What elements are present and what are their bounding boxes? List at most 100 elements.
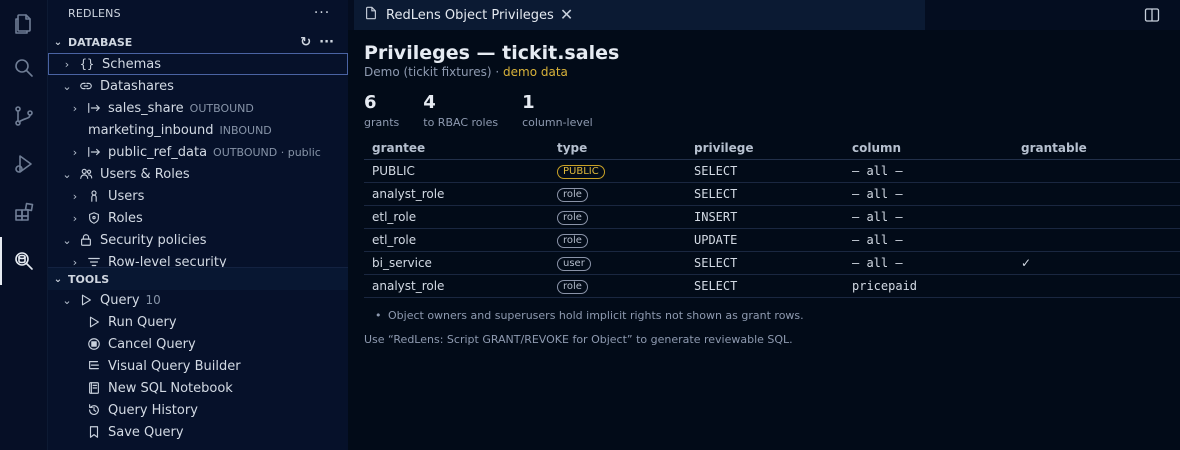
- tree-item-users[interactable]: › Users: [48, 185, 348, 207]
- tool-label: Cancel Query: [108, 336, 196, 352]
- redlens-icon[interactable]: [0, 237, 48, 285]
- tab-label: RedLens Object Privileges: [386, 7, 554, 23]
- bookmark-icon: [86, 424, 102, 440]
- extensions-icon[interactable]: [0, 188, 48, 236]
- close-icon[interactable]: ✕: [560, 7, 573, 23]
- tree-item-datashares[interactable]: ⌄ Datashares: [48, 75, 348, 97]
- tree-item-label: Query: [100, 292, 140, 308]
- chevron-down-icon: ⌄: [53, 273, 63, 285]
- stat-rbac-roles: 4 to RBAC roles: [423, 92, 498, 129]
- users-icon: [78, 166, 94, 182]
- cell-column: – all –: [844, 228, 1013, 252]
- stat-number: 6: [364, 92, 377, 113]
- file-icon: [364, 6, 378, 24]
- demo-data-label: demo data: [503, 65, 568, 79]
- cell-column: – all –: [844, 251, 1013, 275]
- cell-grantee: analyst_role: [364, 274, 549, 298]
- stat-label: grants: [364, 116, 400, 129]
- list-tree-icon: [86, 358, 102, 374]
- cell-grantee: PUBLIC: [364, 159, 549, 183]
- cell-grantable: [1013, 159, 1180, 183]
- history-icon: [86, 402, 102, 418]
- table-row: bi_service user SELECT – all – ✓: [364, 251, 1180, 275]
- chevron-right-icon: ›: [72, 145, 78, 159]
- stop-circle-icon: [86, 336, 102, 352]
- notebook-icon: [86, 380, 102, 396]
- split-editor-icon[interactable]: [1144, 7, 1160, 23]
- files-icon[interactable]: [0, 0, 48, 48]
- cell-type: role: [549, 182, 686, 206]
- tree-item-label: Users: [108, 188, 145, 204]
- cell-type: PUBLIC: [549, 159, 686, 183]
- sidebar-title: REDLENS: [68, 7, 121, 20]
- tree-item-public-ref-data[interactable]: › public_ref_data OUTBOUND · public: [48, 141, 348, 163]
- source-control-icon[interactable]: [0, 92, 48, 140]
- play-icon: [86, 314, 102, 330]
- tree-item-marketing-inbound[interactable]: marketing_inbound INBOUND: [48, 119, 348, 141]
- tree-item-query[interactable]: ⌄ Query 10: [48, 289, 348, 311]
- column-header-column: column: [844, 137, 1013, 160]
- cell-privilege: SELECT: [686, 251, 844, 275]
- run-debug-icon[interactable]: [0, 140, 48, 188]
- chevron-down-icon: ⌄: [62, 293, 72, 307]
- more-actions-icon[interactable]: ···: [312, 4, 332, 24]
- user-icon: [86, 188, 102, 204]
- tab-object-privileges[interactable]: RedLens Object Privileges ✕: [354, 0, 925, 30]
- cell-type: role: [549, 228, 686, 252]
- cell-grantee: etl_role: [364, 205, 549, 229]
- cell-grantee: analyst_role: [364, 182, 549, 206]
- tree-item-roles[interactable]: › Roles: [48, 207, 348, 229]
- cell-grantable: [1013, 205, 1180, 229]
- tool-visual-query-builder[interactable]: Visual Query Builder: [48, 355, 348, 377]
- type-badge: user: [557, 256, 591, 271]
- cell-column: – all –: [844, 205, 1013, 229]
- page-subtitle: Demo (tickit fixtures) · demo data: [364, 65, 568, 79]
- more-actions-icon[interactable]: ···: [319, 35, 334, 50]
- tree-item-sales-share[interactable]: › sales_share OUTBOUND: [48, 97, 348, 119]
- table-row: PUBLIC PUBLIC SELECT – all –: [364, 159, 1180, 183]
- script-hint: Use “RedLens: Script GRANT/REVOKE for Ob…: [364, 333, 793, 346]
- sidebar: REDLENS ··· ⌄ DATABASE ↻ ··· › {} Schema…: [48, 0, 348, 450]
- tool-label: Save Query: [108, 424, 184, 440]
- cell-grantable: [1013, 182, 1180, 206]
- table-row: analyst_role role SELECT pricepaid: [364, 274, 1180, 298]
- tool-save-query[interactable]: Save Query: [48, 421, 348, 443]
- page-title: Privileges — tickit.sales: [364, 42, 620, 64]
- section-tools[interactable]: ⌄ TOOLS: [48, 267, 348, 290]
- section-tools-label: TOOLS: [68, 272, 110, 286]
- tree-item-label: sales_share: [108, 100, 184, 116]
- cell-grantee: etl_role: [364, 228, 549, 252]
- implicit-rights-note: Object owners and superusers hold implic…: [375, 309, 804, 322]
- chevron-right-icon: ›: [72, 211, 78, 225]
- section-database-label: DATABASE: [68, 35, 133, 49]
- tool-cancel-query[interactable]: Cancel Query: [48, 333, 348, 355]
- tool-query-history[interactable]: Query History: [48, 399, 348, 421]
- tree-item-users-roles[interactable]: ⌄ Users & Roles: [48, 163, 348, 185]
- type-badge: role: [557, 233, 588, 248]
- refresh-icon[interactable]: ↻: [300, 35, 311, 50]
- stat-number: 1: [522, 92, 535, 113]
- search-icon[interactable]: [0, 44, 48, 92]
- type-badge: role: [557, 210, 588, 225]
- cell-privilege: INSERT: [686, 205, 844, 229]
- type-badge: role: [557, 279, 588, 294]
- tree-item-label: Users & Roles: [100, 166, 190, 182]
- tree-item-security-policies[interactable]: ⌄ Security policies: [48, 229, 348, 251]
- section-database[interactable]: ⌄ DATABASE ↻ ···: [48, 31, 348, 53]
- column-header-grantee: grantee: [364, 137, 549, 160]
- stat-label: column-level: [522, 116, 593, 129]
- share-out-icon: [86, 100, 102, 116]
- cell-grantable: [1013, 228, 1180, 252]
- tool-run-query[interactable]: Run Query: [48, 311, 348, 333]
- stats-row: 6 grants 4 to RBAC roles 1 column-level: [364, 92, 617, 129]
- play-icon: [78, 292, 94, 308]
- tree-item-schemas[interactable]: › {} Schemas: [48, 53, 348, 75]
- tool-label: Run Query: [108, 314, 177, 330]
- chevron-right-icon: ›: [72, 101, 78, 115]
- table-row: analyst_role role SELECT – all –: [364, 182, 1180, 206]
- chevron-down-icon: ⌄: [62, 79, 72, 93]
- stat-label: to RBAC roles: [423, 116, 499, 129]
- tool-new-sql-notebook[interactable]: New SQL Notebook: [48, 377, 348, 399]
- tool-label: Query History: [108, 402, 198, 418]
- tree-item-description: INBOUND: [219, 123, 272, 137]
